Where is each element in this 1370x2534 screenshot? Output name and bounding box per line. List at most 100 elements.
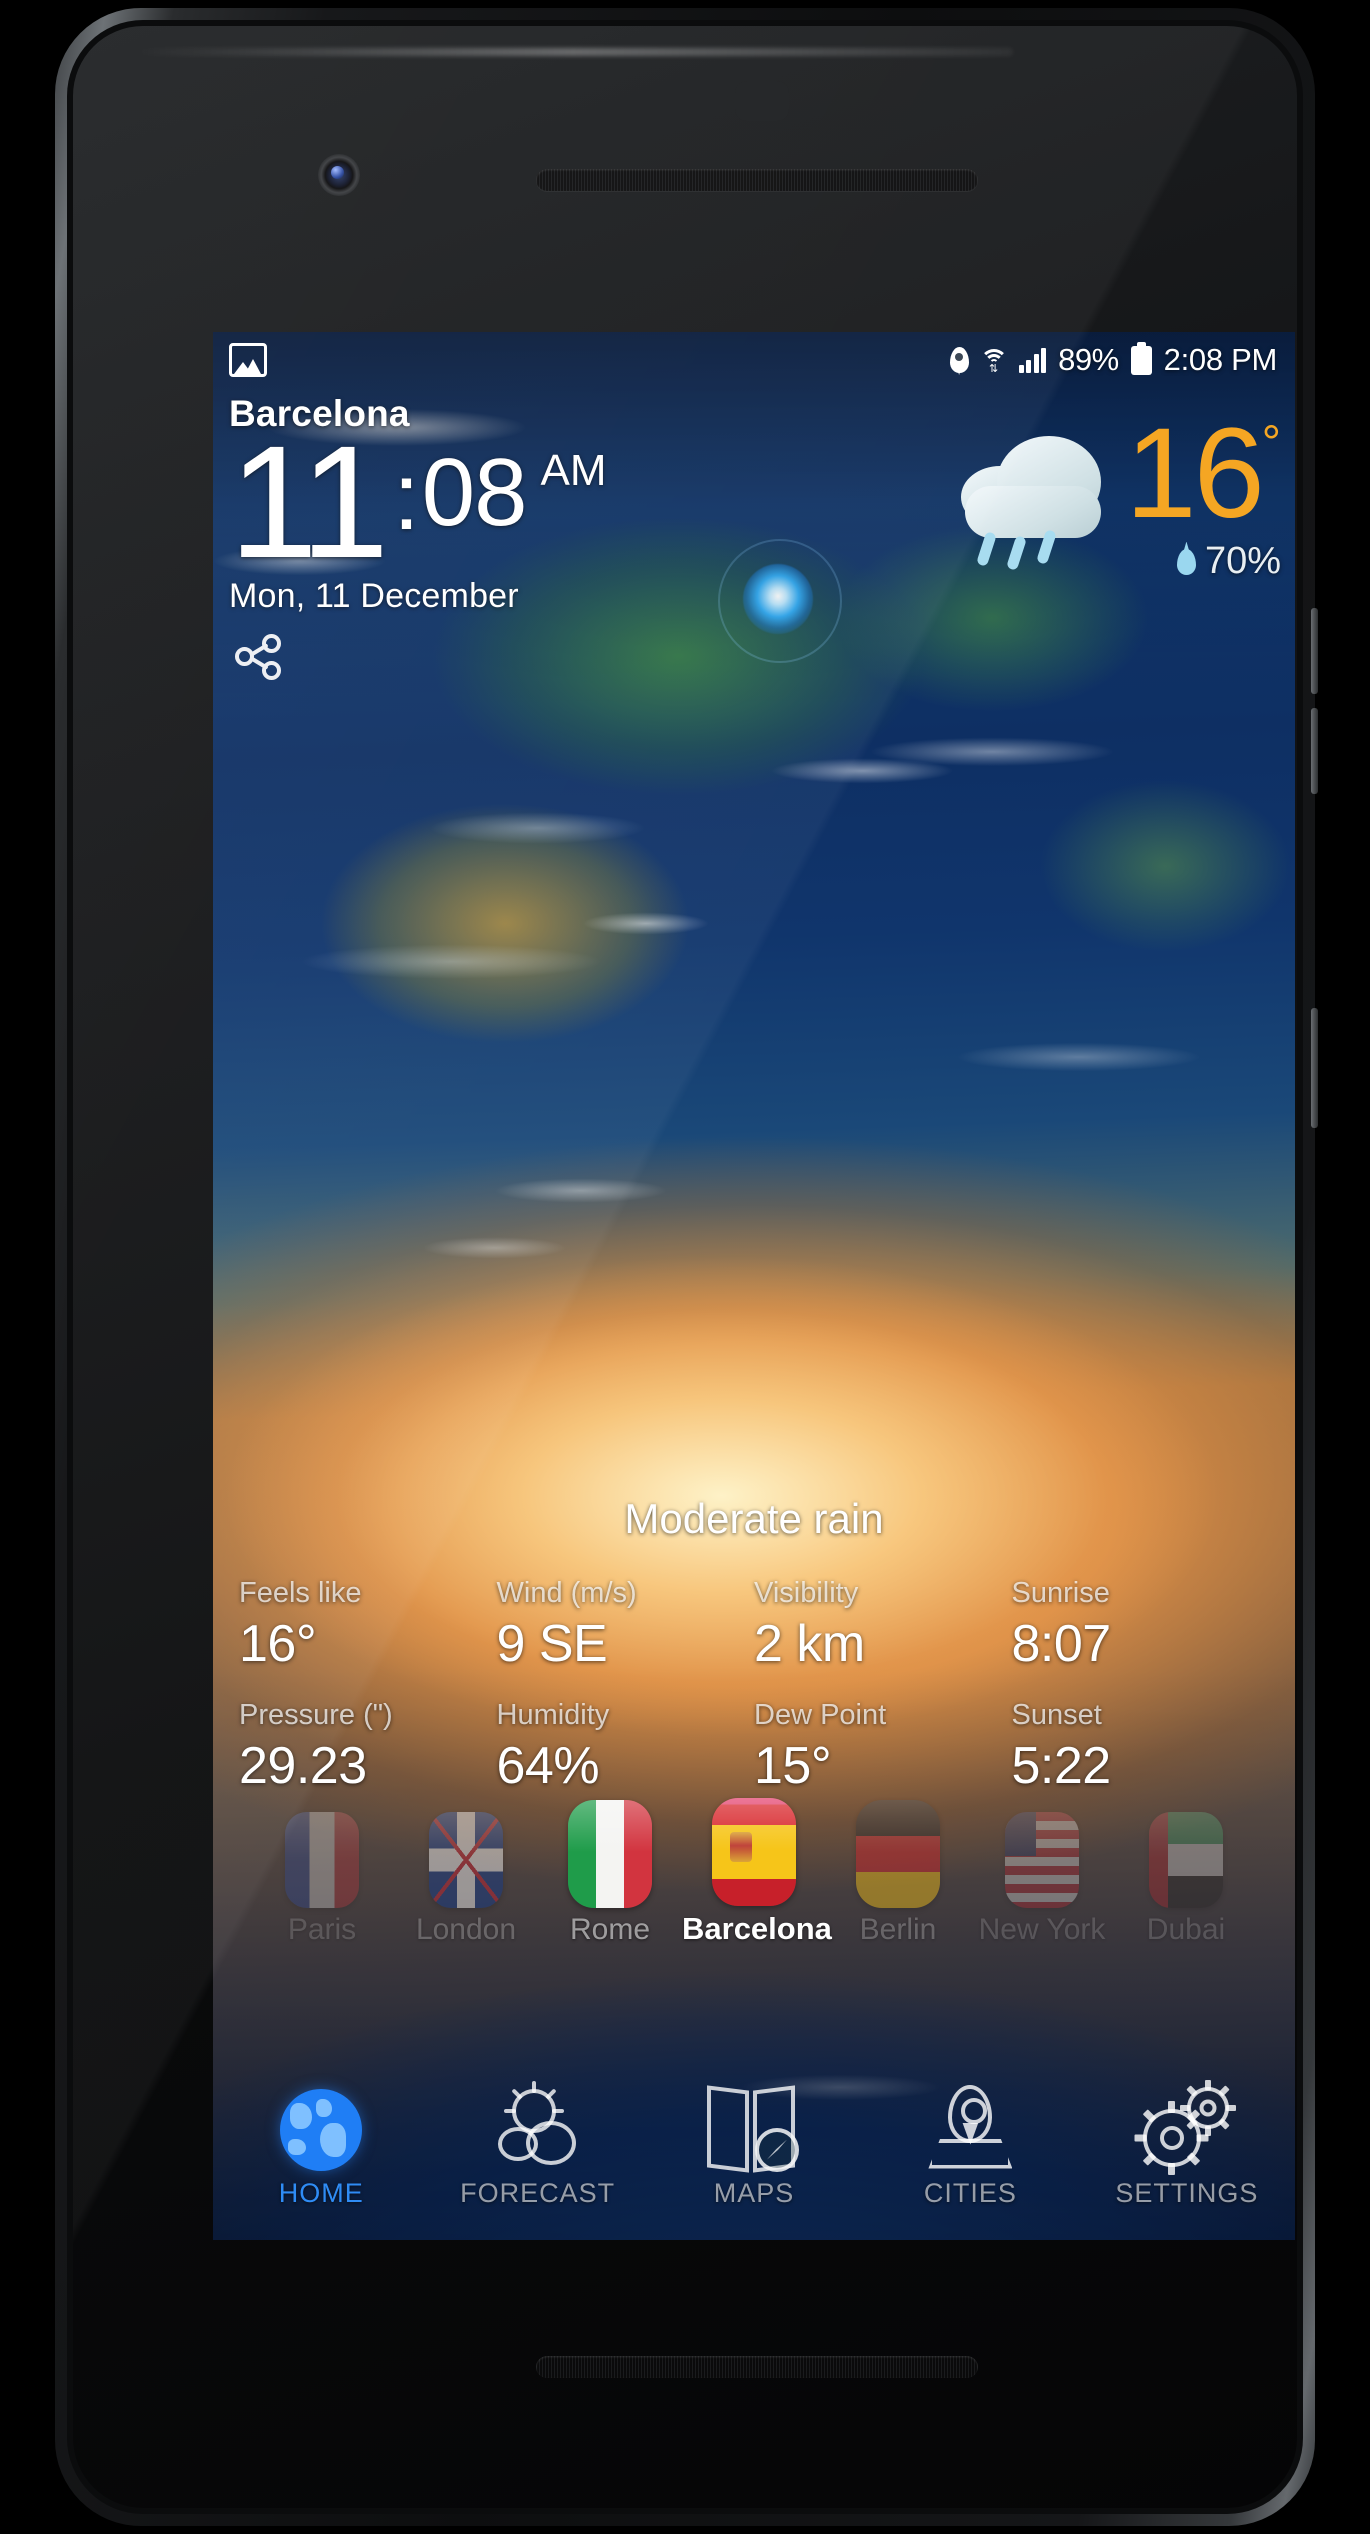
- phone-front-glass: ⇅ 89% 2:08 PM Barcelona 11 : 08 AM Mon, …: [73, 26, 1297, 2508]
- clock-hours: 11: [229, 411, 389, 591]
- detail-label: Pressure ("): [239, 1699, 393, 1731]
- phone-screen[interactable]: ⇅ 89% 2:08 PM Barcelona 11 : 08 AM Mon, …: [213, 332, 1295, 2240]
- clock-meridiem: AM: [540, 445, 607, 495]
- status-bar-clock: 2:08 PM: [1163, 342, 1278, 377]
- city-label: London: [415, 1913, 517, 1946]
- detail-label: Wind (m/s): [496, 1577, 637, 1609]
- united-states-flag: [1005, 1812, 1079, 1908]
- city-label: Dubai: [1146, 1913, 1226, 1946]
- clock-minutes: 08: [421, 438, 528, 546]
- current-conditions-block[interactable]: 16° 70%: [953, 402, 1281, 583]
- detail-label: Dew Point: [754, 1699, 887, 1731]
- city-item-berlin[interactable]: Berlin: [826, 1800, 970, 1947]
- detail-value: 2 km: [754, 1615, 865, 1673]
- bezel-sheen: [133, 48, 1013, 56]
- share-icon[interactable]: [235, 633, 289, 680]
- location-pin-icon: [949, 347, 969, 373]
- detail-value: 16°: [239, 1615, 317, 1673]
- detail-value: 8:07: [1011, 1615, 1112, 1673]
- city-item-new-york[interactable]: New York: [970, 1812, 1114, 1947]
- rain-cloud-icon: [953, 424, 1121, 571]
- image-icon: [229, 343, 267, 377]
- degree-symbol: °: [1261, 417, 1281, 470]
- detail-sunset: Sunset 5:22: [1012, 1695, 1270, 1797]
- detail-wind: Wind (m/s) 9 SE: [497, 1573, 755, 1675]
- detail-value: 15°: [754, 1737, 832, 1795]
- city-item-rome[interactable]: Rome: [538, 1800, 682, 1947]
- battery-percent-label: 89%: [1058, 342, 1119, 377]
- city-label: Barcelona: [682, 1911, 832, 1946]
- spain-coat-of-arms: [730, 1832, 752, 1862]
- water-drop-icon: [1176, 548, 1196, 575]
- sun-cloud-icon: [492, 2080, 584, 2173]
- temperature-value: 16: [1125, 402, 1264, 545]
- detail-label: Sunset: [1011, 1699, 1102, 1731]
- city-label: Paris: [287, 1913, 357, 1946]
- spain-flag: [712, 1798, 796, 1906]
- detail-label: Visibility: [754, 1577, 859, 1609]
- nav-label: SETTINGS: [1115, 2177, 1259, 2208]
- detail-sunrise: Sunrise 8:07: [1012, 1573, 1270, 1675]
- italy-flag: [568, 1800, 652, 1908]
- nav-label: MAPS: [713, 2177, 795, 2208]
- clock-colon: :: [393, 442, 420, 550]
- wifi-icon: ⇅: [979, 347, 1008, 375]
- city-item-london[interactable]: London: [394, 1812, 538, 1947]
- detail-pressure: Pressure (") 29.23: [239, 1695, 497, 1797]
- details-row-2: Pressure (") 29.23 Humidity 64% Dew Poin…: [239, 1695, 1269, 1797]
- status-bar: ⇅ 89% 2:08 PM: [213, 332, 1295, 388]
- proximity-sensor: [735, 81, 789, 121]
- precipitation-value: 70%: [1204, 540, 1281, 582]
- nav-tab-home[interactable]: HOME: [213, 2082, 429, 2209]
- gears-icon: [1134, 2079, 1236, 2175]
- temperature-block: 16° 70%: [1125, 402, 1281, 583]
- detail-value: 5:22: [1011, 1737, 1112, 1795]
- detail-feels-like: Feels like 16°: [239, 1573, 497, 1675]
- city-label: New York: [978, 1913, 1106, 1946]
- germany-flag: [856, 1800, 940, 1908]
- nav-tab-settings[interactable]: SETTINGS: [1079, 2079, 1295, 2209]
- nav-label: CITIES: [923, 2177, 1017, 2208]
- condition-description: Moderate rain: [624, 1495, 884, 1542]
- detail-value: 9 SE: [496, 1615, 608, 1673]
- phone-device: ⇅ 89% 2:08 PM Barcelona 11 : 08 AM Mon, …: [55, 8, 1318, 2526]
- map-icon: [705, 2084, 803, 2174]
- nav-tab-cities[interactable]: CITIES: [862, 2082, 1078, 2209]
- volume-up-button[interactable]: [1311, 608, 1318, 694]
- detail-label: Sunrise: [1011, 1577, 1110, 1609]
- earpiece-speaker: [536, 169, 978, 191]
- city-item-barcelona[interactable]: Barcelona: [682, 1798, 832, 1947]
- globe-icon: [280, 2088, 363, 2171]
- detail-dew-point: Dew Point 15°: [754, 1695, 1012, 1797]
- details-row-1: Feels like 16° Wind (m/s) 9 SE Visibilit…: [239, 1573, 1269, 1675]
- status-bar-right: ⇅ 89% 2:08 PM: [949, 341, 1278, 378]
- detail-value: 29.23: [239, 1737, 367, 1795]
- cell-signal-icon: [1018, 347, 1047, 373]
- nav-label: FORECAST: [460, 2177, 616, 2208]
- detail-label: Humidity: [496, 1699, 610, 1731]
- volume-down-button[interactable]: [1311, 708, 1318, 794]
- detail-value: 64%: [496, 1737, 600, 1795]
- city-label: Berlin: [859, 1913, 937, 1946]
- detail-visibility: Visibility 2 km: [754, 1573, 1012, 1675]
- nav-tab-maps[interactable]: MAPS: [646, 2082, 862, 2209]
- france-flag: [285, 1812, 359, 1908]
- detail-label: Feels like: [239, 1577, 362, 1609]
- bottom-speaker: [536, 2356, 978, 2378]
- city-item-paris[interactable]: Paris: [250, 1812, 394, 1947]
- location-pin-icon: [922, 2084, 1018, 2175]
- bottom-navigation[interactable]: HOME FORECAST MAPS CITIES SETTINGS: [213, 2050, 1295, 2240]
- city-item-dubai[interactable]: Dubai: [1114, 1812, 1258, 1947]
- precipitation-row: 70%: [1125, 540, 1281, 583]
- city-label: Rome: [569, 1913, 651, 1946]
- weather-details-grid: Feels like 16° Wind (m/s) 9 SE Visibilit…: [213, 1573, 1295, 1797]
- power-button[interactable]: [1311, 1008, 1318, 1128]
- nav-label: HOME: [278, 2177, 364, 2208]
- nav-tab-forecast[interactable]: FORECAST: [429, 2080, 645, 2209]
- battery-full-icon: [1130, 341, 1152, 375]
- front-camera: [318, 154, 360, 196]
- united-kingdom-flag: [429, 1812, 503, 1908]
- cities-carousel[interactable]: Paris London Rome Barcelona Berlin New Y…: [213, 1797, 1295, 1947]
- detail-humidity: Humidity 64%: [497, 1695, 755, 1797]
- uae-flag: [1149, 1812, 1223, 1908]
